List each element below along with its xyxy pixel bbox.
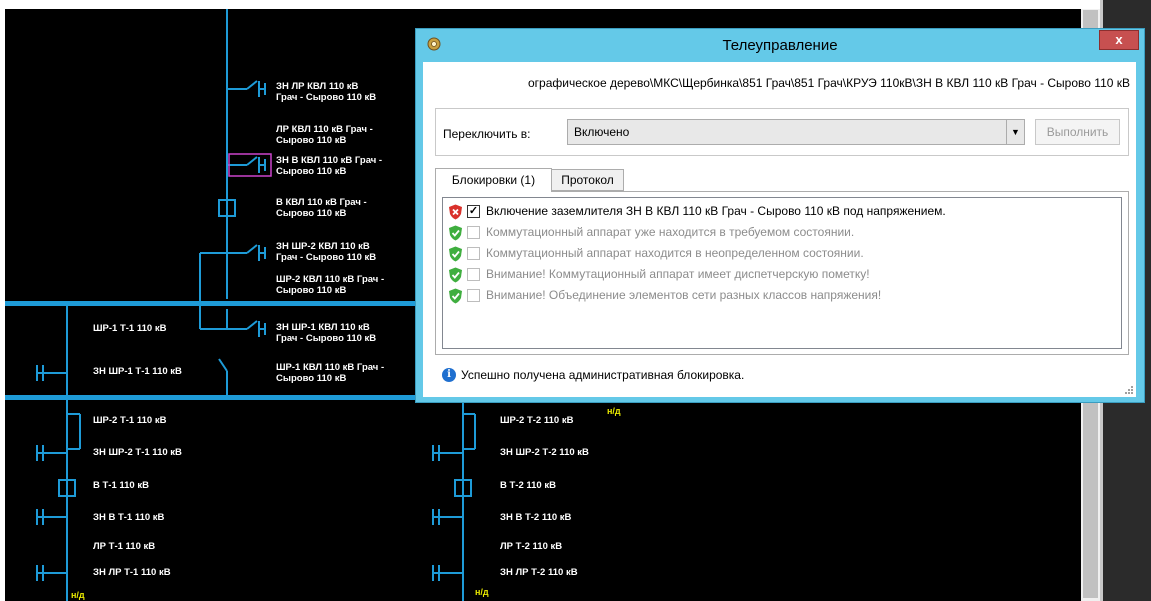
scheme-label-t2: В Т-2 110 кВ (500, 480, 556, 491)
scheme-label-t1: В Т-1 110 кВ (93, 480, 149, 491)
switch-state-value: Включено (574, 125, 630, 139)
execute-button[interactable]: Выполнить (1035, 119, 1120, 145)
scheme-label-t2: ШР-2 Т-2 110 кВ (500, 415, 574, 426)
blocks-list[interactable]: ✓ Включение заземлителя ЗН В КВЛ 110 кВ … (442, 197, 1122, 349)
dialog-body: ографическое дерево\МКС\Щербинка\851 Гра… (423, 62, 1136, 397)
tab-protocol[interactable]: Протокол (551, 169, 624, 191)
scheme-label-t2: ЗН ЛР Т-2 110 кВ (500, 567, 578, 578)
block-checkbox[interactable] (467, 247, 480, 260)
switch-label: Переключить в: (443, 127, 531, 141)
nd-label: н/д (71, 590, 85, 600)
blocks-tab-panel: ✓ Включение заземлителя ЗН В КВЛ 110 кВ … (435, 191, 1129, 355)
close-button[interactable]: x (1099, 30, 1139, 50)
title-bar[interactable]: Телеуправление x (416, 29, 1144, 61)
shield-ok-icon (449, 288, 462, 304)
nd-label: н/д (607, 406, 621, 416)
block-checkbox[interactable] (467, 226, 480, 239)
shield-ok-icon (449, 225, 462, 241)
telecontrol-dialog: Телеуправление x ографическое дерево\МКС… (415, 28, 1145, 403)
block-text: Коммутационный аппарат находится в неопр… (486, 246, 864, 260)
scheme-label-zn-lr-kvl: ЗН ЛР КВЛ 110 кВ Грач - Сырово 110 кВ (276, 81, 377, 103)
object-path-text: ографическое дерево\МКС\Щербинка\851 Гра… (527, 76, 1130, 90)
scheme-label-t2: ЗН ШР-2 Т-2 110 кВ (500, 447, 589, 458)
chevron-down-icon[interactable]: ▼ (1006, 120, 1024, 144)
switch-state-dropdown[interactable]: Включено ▼ (567, 119, 1025, 145)
scheme-label-t1: ШР-1 Т-1 110 кВ (93, 323, 167, 334)
object-path: ографическое дерево\МКС\Щербинка\851 Гра… (423, 62, 1136, 92)
scheme-label-t1: ЗН В Т-1 110 кВ (93, 512, 165, 523)
block-text: Коммутационный аппарат уже находится в т… (486, 225, 855, 239)
scheme-label-v-kvl: В КВЛ 110 кВ Грач - Сырово 110 кВ (276, 197, 367, 219)
scheme-label-zn-v-kvl: ЗН В КВЛ 110 кВ Грач - Сырово 110 кВ (276, 155, 383, 177)
block-text: Внимание! Коммутационный аппарат имеет д… (486, 267, 870, 281)
scheme-label-t1: ШР-2 Т-1 110 кВ (93, 415, 167, 426)
scheme-label-zn-sr2-kvl: ЗН ШР-2 КВЛ 110 кВ Грач - Сырово 110 кВ (276, 241, 377, 263)
nd-label: н/д (475, 587, 489, 597)
scheme-label-t1: ЗН ШР-2 Т-1 110 кВ (93, 447, 182, 458)
block-checkbox[interactable] (467, 268, 480, 281)
resize-grip-icon[interactable] (1123, 384, 1133, 394)
scheme-label-zn-sr1-kvl: ЗН ШР-1 КВЛ 110 кВ Грач - Сырово 110 кВ (276, 322, 377, 344)
scheme-label-t1: ЗН ЛР Т-1 110 кВ (93, 567, 171, 578)
scheme-label-lr-kvl: ЛР КВЛ 110 кВ Грач - Сырово 110 кВ (276, 124, 373, 146)
block-checkbox[interactable] (467, 289, 480, 302)
block-text: Внимание! Объединение элементов сети раз… (486, 288, 882, 302)
info-icon: i (442, 368, 456, 382)
dialog-title: Телеуправление (722, 37, 838, 54)
scheme-label-t1: ЗН ШР-1 Т-1 110 кВ (93, 366, 182, 377)
block-text: Включение заземлителя ЗН В КВЛ 110 кВ Гр… (486, 204, 946, 218)
tab-blocks[interactable]: Блокировки (1) (435, 168, 552, 192)
switch-group: Переключить в: Включено ▼ Выполнить (435, 108, 1129, 156)
scheme-label-sr1-kvl: ШР-1 КВЛ 110 кВ Грач - Сырово 110 кВ (276, 362, 385, 384)
scheme-label-t1: ЛР Т-1 110 кВ (93, 541, 156, 552)
block-checkbox[interactable]: ✓ (467, 205, 480, 218)
scheme-label-t2: ЗН В Т-2 110 кВ (500, 512, 572, 523)
shield-ok-icon (449, 246, 462, 262)
shield-ok-icon (449, 267, 462, 283)
status-message: Успешно получена административная блокир… (461, 368, 745, 382)
scheme-label-t2: ЛР Т-2 110 кВ (500, 541, 563, 552)
scheme-label-sr2-kvl: ШР-2 КВЛ 110 кВ Грач - Сырово 110 кВ (276, 274, 385, 296)
shield-error-icon (449, 204, 462, 220)
